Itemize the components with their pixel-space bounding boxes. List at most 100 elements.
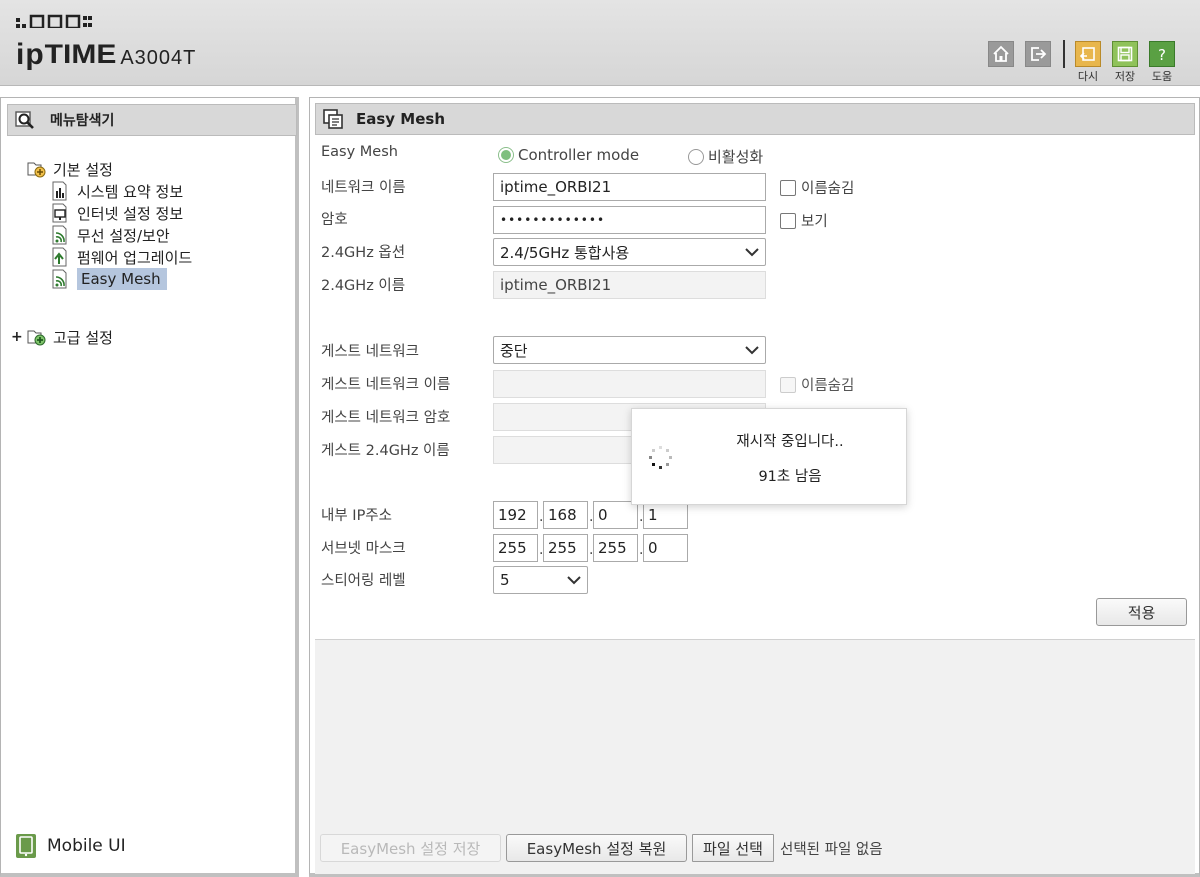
help-label: 도움 (1151, 70, 1173, 83)
guest-hide-name-checkbox[interactable]: 이름숨김 (780, 374, 854, 395)
ip-octet-1-input[interactable]: 192 (493, 501, 538, 529)
guest-password-label: 게스트 네트워크 암호 (321, 410, 451, 426)
sidebar-item-label-selected: Easy Mesh (77, 268, 167, 290)
ip-octet-4-input[interactable]: 1 (643, 501, 688, 529)
upgrade-icon (52, 247, 67, 267)
band-option-label: 2.4GHz 옵션 (321, 245, 406, 261)
subnet-mask-label: 서브넷 마스크 (321, 541, 406, 557)
magnifier-icon (15, 111, 34, 129)
restart-message: 재시작 중입니다.. (736, 434, 844, 450)
sidebar-item-internet-info[interactable]: 인터넷 설정 정보 (51, 202, 183, 224)
sidebar-item-system-summary[interactable]: 시스템 요약 정보 (51, 180, 183, 202)
disable-mode-label: 비활성화 (708, 148, 764, 166)
help-icon: ? (1158, 46, 1166, 63)
guest-name-input[interactable] (493, 370, 766, 398)
app-header: ip TIME A3004T 다시 저장 ? 도움 (0, 0, 1200, 86)
loading-spinner-icon (649, 446, 672, 469)
hide-name-label: 이름숨김 (801, 181, 855, 197)
folder-add-icon (27, 330, 46, 346)
choose-file-button[interactable]: 파일 선택 (692, 834, 774, 862)
subnet-octet-2-input[interactable]: 255 (543, 534, 588, 562)
logout-icon (1031, 47, 1047, 61)
tree-basic-label: 기본 설정 (53, 160, 113, 179)
guest-network-select[interactable]: 중단 (493, 336, 766, 364)
brand-prefix: ip (16, 38, 45, 71)
network-name-label: 네트워크 이름 (321, 180, 406, 196)
mobile-ui-link[interactable]: Mobile UI (15, 833, 126, 859)
tree-basic-settings[interactable]: 기본 설정 (27, 158, 113, 180)
restart-countdown: 91초 남음 (758, 469, 822, 485)
password-label: 암호 (321, 212, 348, 228)
sidebar-item-label: 펌웨어 업그레이드 (77, 248, 193, 267)
menu-explorer-title: 메뉴탐색기 (50, 113, 115, 129)
guest-name-label: 게스트 네트워크 이름 (321, 377, 451, 393)
selected-file-status: 선택된 파일 없음 (780, 842, 883, 858)
save-button[interactable] (1112, 41, 1138, 67)
wifi-icon (52, 269, 67, 289)
steering-level-select[interactable]: 5 (493, 566, 588, 594)
brand-logo: ip TIME A3004T (16, 38, 197, 71)
home-icon (993, 45, 1009, 62)
sidebar-item-label: 무선 설정/보안 (77, 226, 170, 245)
wifi-icon (52, 225, 67, 245)
brand-mark-icon (16, 14, 92, 28)
band-name-label: 2.4GHz 이름 (321, 278, 406, 294)
subnet-octet-3-input[interactable]: 255 (593, 534, 638, 562)
band-option-value: 2.4/5GHz 통합사용 (500, 243, 630, 262)
restart-dialog: 재시작 중입니다.. 91초 남음 (631, 408, 907, 505)
save-config-button[interactable]: EasyMesh 설정 저장 (320, 834, 501, 862)
mobile-ui-label: Mobile UI (47, 836, 126, 856)
chevron-down-icon (745, 346, 759, 355)
show-password-label: 보기 (801, 214, 828, 230)
guest-hide-name-label: 이름숨김 (801, 378, 855, 394)
guest-network-label: 게스트 네트워크 (321, 344, 419, 360)
radio-selected-indicator (498, 147, 514, 163)
toolbar-divider (1063, 40, 1065, 68)
sidebar-item-easy-mesh[interactable]: Easy Mesh (51, 268, 167, 290)
band-name-input[interactable]: iptime_ORBI21 (493, 271, 766, 299)
logout-button[interactable] (1025, 41, 1051, 67)
checkbox-box (780, 212, 796, 229)
radio-unselected-indicator (688, 148, 704, 165)
restore-config-button[interactable]: EasyMesh 설정 복원 (506, 834, 687, 862)
guest-band-name-label: 게스트 2.4GHz 이름 (321, 443, 450, 459)
ip-octet-3-input[interactable]: 0 (593, 501, 638, 529)
save-icon (1117, 46, 1133, 62)
home-button[interactable] (988, 41, 1014, 67)
show-password-checkbox[interactable]: 보기 (780, 210, 828, 231)
chart-icon (52, 181, 67, 201)
password-input[interactable]: ••••••••••••• (493, 206, 766, 234)
menu-explorer-header: 메뉴탐색기 (7, 104, 297, 136)
menu-explorer-panel: 메뉴탐색기 기본 설정 시스템 요약 정보 인터넷 설정 정보 무선 설정/보안… (0, 97, 299, 877)
sidebar-item-wireless-security[interactable]: 무선 설정/보안 (51, 224, 170, 246)
subnet-octet-4-input[interactable]: 0 (643, 534, 688, 562)
network-name-input[interactable]: iptime_ORBI21 (493, 173, 766, 201)
page-title: Easy Mesh (356, 110, 446, 128)
subnet-octet-1-input[interactable]: 255 (493, 534, 538, 562)
tree-advanced-settings[interactable]: + 고급 설정 (11, 326, 113, 348)
controller-mode-radio[interactable]: Controller mode (498, 146, 639, 164)
hide-name-checkbox[interactable]: 이름숨김 (780, 177, 854, 198)
ip-octet-2-input[interactable]: 168 (543, 501, 588, 529)
apply-button[interactable]: 적용 (1096, 598, 1187, 626)
brand-name: TIME (44, 39, 117, 70)
mobile-icon (16, 834, 36, 858)
guest-network-value: 중단 (500, 341, 528, 360)
band-option-select[interactable]: 2.4/5GHz 통합사용 (493, 238, 766, 266)
expand-toggle[interactable]: + (11, 329, 27, 345)
chevron-down-icon (745, 248, 759, 257)
controller-mode-label: Controller mode (518, 146, 640, 164)
help-button[interactable]: ? (1149, 41, 1175, 67)
undo-icon (1079, 47, 1095, 61)
sidebar-item-label: 인터넷 설정 정보 (77, 204, 184, 223)
checkbox-box (780, 376, 796, 393)
sidebar-item-firmware-upgrade[interactable]: 펌웨어 업그레이드 (51, 246, 192, 268)
disable-mode-radio[interactable]: 비활성화 (688, 146, 763, 167)
internal-ip-label: 내부 IP주소 (321, 508, 392, 524)
monitor-icon (52, 203, 67, 223)
easymesh-label: Easy Mesh (321, 144, 398, 160)
brand-model: A3004T (120, 47, 197, 69)
checkbox-box (780, 179, 796, 196)
chevron-down-icon (567, 576, 581, 585)
reset-button[interactable] (1075, 41, 1101, 67)
